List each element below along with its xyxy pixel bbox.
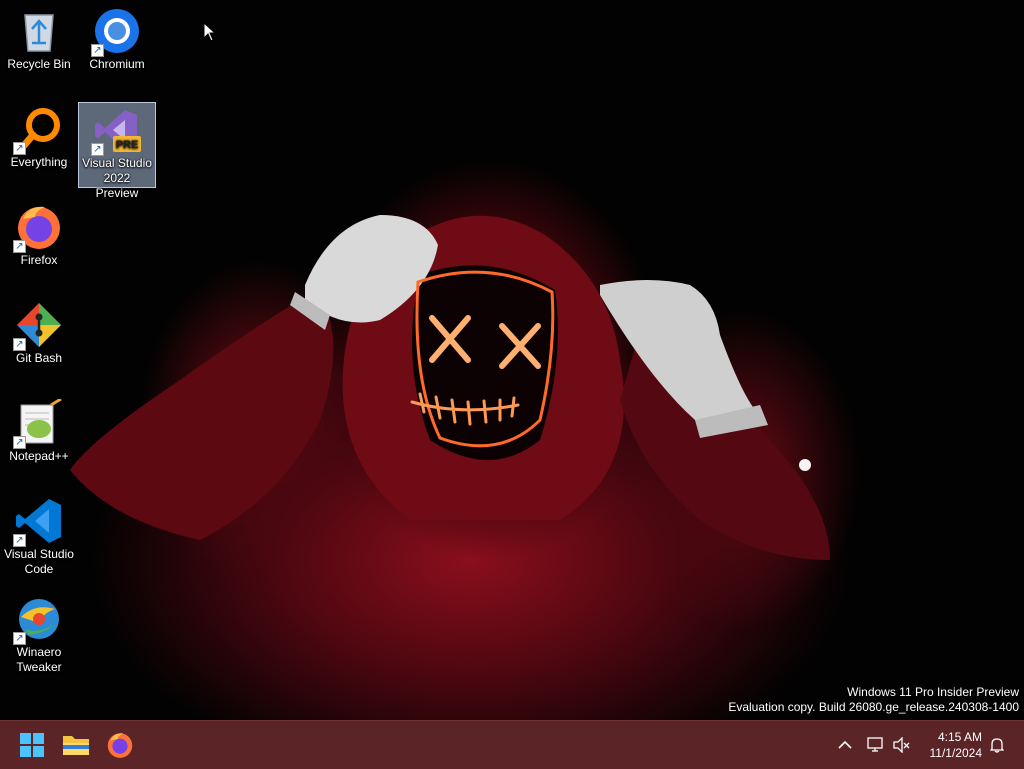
desktop-icon-git-bash[interactable]: ↗ Git Bash [0,298,78,384]
desktop-icon-label: Everything [10,155,68,169]
volume-button[interactable] [890,721,914,769]
clock-time: 4:15 AM [937,730,982,744]
bell-icon [990,738,1004,753]
desktop-icon-label: Git Bash [15,351,63,365]
network-icon [867,737,883,752]
notifications-button[interactable] [986,721,1008,769]
desktop-icon-label: Winaero Tweaker [16,645,62,674]
desktop-icon-firefox[interactable]: ↗ Firefox [0,200,78,286]
desktop-icon-chromium[interactable]: ↗ Chromium [78,4,156,90]
mouse-cursor-icon [203,22,217,42]
show-hidden-icons-button[interactable] [834,721,856,769]
desktop-icon-label: Recycle Bin [7,57,71,71]
desktop-icon-winaero-tweaker[interactable]: ↗ Winaero Tweaker [0,592,78,678]
preview-badge: PRE [116,139,139,151]
taskbar: 4:15 AM 11/1/2024 [0,720,1024,769]
desktop-icon-vscode[interactable]: ↗ Visual Studio Code [0,494,78,580]
desktop-icon-label: Firefox [20,253,58,267]
desktop-icon-label: Chromium [89,57,145,71]
desktop-icon-visual-studio-preview[interactable]: PRE ↗ Visual Studio 2022 Preview [78,102,156,200]
desktop-icon-label: Visual Studio Code [4,547,74,576]
volume-muted-icon [893,737,910,753]
taskbar-firefox-button[interactable] [100,725,140,765]
windows-start-icon [20,733,44,757]
shortcut-arrow-icon: ↗ [13,436,26,449]
desktop-icon-notepad-plus-plus[interactable]: ↗ Notepad++ [0,396,78,482]
shortcut-arrow-icon: ↗ [13,534,26,547]
shortcut-arrow-icon: ↗ [91,44,104,57]
clock-date: 11/1/2024 [929,746,983,760]
desktop-icon-everything[interactable]: ↗ Everything [0,102,78,188]
desktop-icon-label: Visual Studio 2022 Preview [82,156,152,200]
shortcut-arrow-icon: ↗ [13,632,26,645]
shortcut-arrow-icon: ↗ [13,240,26,253]
taskbar-file-explorer-button[interactable] [56,725,96,765]
shortcut-arrow-icon: ↗ [13,142,26,155]
desktop-icon-recycle-bin[interactable]: Recycle Bin [0,4,78,90]
shortcut-arrow-icon: ↗ [13,338,26,351]
taskbar-clock[interactable]: 4:15 AM 11/1/2024 [930,729,983,761]
recycle-bin-icon [24,14,54,52]
network-button[interactable] [864,721,888,769]
start-button[interactable] [12,725,52,765]
watermark-line-2: Evaluation copy. Build 26080.ge_release.… [728,700,1019,714]
chevron-up-icon [838,740,852,749]
watermark-line-1: Windows 11 Pro Insider Preview [847,685,1019,699]
shortcut-arrow-icon: ↗ [91,143,104,156]
file-explorer-icon [63,736,89,755]
firefox-icon [107,733,133,758]
desktop-icon-label: Notepad++ [9,449,69,463]
windows-version-watermark: Windows 11 Pro Insider Preview Evaluatio… [728,685,1019,715]
